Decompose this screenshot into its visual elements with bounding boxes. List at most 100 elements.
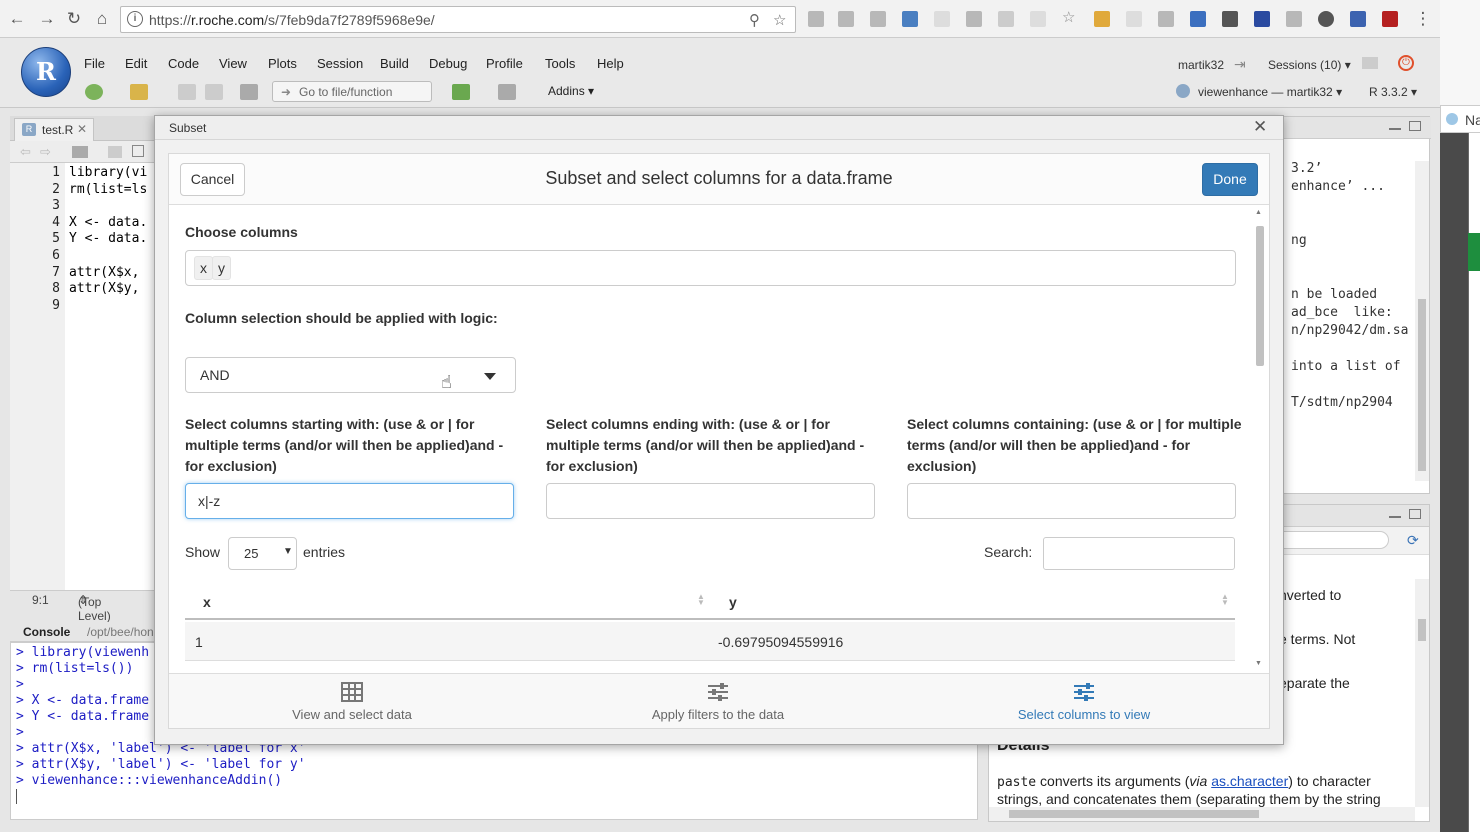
table-row[interactable]: 1 -0.69795094559916: [185, 622, 1235, 661]
back-arrow-icon[interactable]: ⇦: [20, 144, 31, 160]
minimize-icon[interactable]: [1389, 514, 1401, 518]
sort-icon[interactable]: ▲ ▼: [1221, 593, 1229, 607]
print-icon[interactable]: [240, 84, 258, 100]
extension-icon[interactable]: [1126, 11, 1142, 27]
menu-edit[interactable]: Edit: [125, 56, 147, 71]
menu-profile[interactable]: Profile: [486, 56, 523, 71]
new-file-icon[interactable]: [85, 84, 103, 100]
selected-column-chip[interactable]: y: [212, 256, 231, 280]
bookmark-star-icon[interactable]: ☆: [773, 11, 786, 29]
tab-select-columns[interactable]: Select columns to view: [901, 674, 1267, 729]
menu-debug[interactable]: Debug: [429, 56, 467, 71]
ends-with-input[interactable]: [546, 483, 875, 519]
extension-icon[interactable]: [1158, 11, 1174, 27]
r-version-menu[interactable]: R 3.3.2 ▾: [1369, 85, 1417, 99]
info-icon[interactable]: i: [127, 11, 143, 27]
tab-apply-filters[interactable]: Apply filters to the data: [535, 674, 901, 729]
scroll-down-icon[interactable]: ▼: [1255, 660, 1262, 667]
back-icon[interactable]: ←: [6, 8, 28, 30]
save-all-icon[interactable]: [205, 84, 223, 100]
table-row-partial[interactable]: [185, 661, 1235, 673]
forward-arrow-icon[interactable]: ⇨: [40, 144, 51, 160]
signout-icon[interactable]: ⇥: [1234, 56, 1246, 73]
selected-column-chip[interactable]: x: [194, 256, 213, 280]
column-header-y[interactable]: y ▲ ▼: [713, 584, 1235, 620]
output-line: n be loaded: [1291, 287, 1378, 302]
extension-icon[interactable]: [1222, 11, 1238, 27]
extension-icon[interactable]: [1030, 11, 1046, 27]
quit-session-icon[interactable]: ⏻: [1398, 55, 1414, 71]
minimize-icon[interactable]: [1389, 126, 1401, 130]
close-tab-icon[interactable]: ✕: [77, 122, 87, 136]
scroll-up-icon[interactable]: ▲: [1255, 209, 1262, 216]
starts-with-input[interactable]: x|-z: [185, 483, 514, 519]
scroll-thumb[interactable]: [1256, 226, 1264, 366]
addins-menu[interactable]: Addins ▾: [548, 84, 594, 98]
source-on-save-checkbox[interactable]: [132, 145, 144, 157]
forward-icon[interactable]: →: [36, 8, 58, 30]
home-icon[interactable]: ⌂: [91, 8, 113, 30]
close-icon[interactable]: ✕: [1253, 117, 1267, 137]
menu-file[interactable]: File: [84, 56, 105, 71]
menu-view[interactable]: View: [219, 56, 247, 71]
columns-select-input[interactable]: x y: [185, 250, 1236, 286]
cancel-button[interactable]: Cancel: [180, 163, 245, 196]
maximize-icon[interactable]: [1409, 509, 1421, 519]
background-tab[interactable]: Na: [1440, 105, 1480, 133]
extension-icon[interactable]: [998, 11, 1014, 27]
extension-icon[interactable]: [1286, 11, 1302, 27]
show-in-window-icon[interactable]: [72, 146, 88, 158]
menu-plots[interactable]: Plots: [268, 56, 297, 71]
entries-select[interactable]: 25 ▼: [228, 537, 297, 570]
save-icon[interactable]: [178, 84, 196, 100]
logic-select[interactable]: AND: [185, 357, 516, 393]
new-session-icon[interactable]: [1362, 57, 1378, 69]
menu-kebab-icon[interactable]: ⋮: [1412, 8, 1434, 30]
refresh-icon[interactable]: ⟳: [1407, 532, 1419, 549]
scope-indicator[interactable]: (Top Level) ⇕: [78, 593, 111, 623]
extension-icon[interactable]: [870, 11, 886, 27]
content-scrollbar[interactable]: ▲ ▼: [1253, 206, 1267, 673]
help-link[interactable]: as.character: [1211, 773, 1288, 789]
version-control-icon[interactable]: [452, 84, 470, 100]
extension-icon[interactable]: [838, 11, 854, 27]
ublock-icon[interactable]: [1382, 11, 1398, 27]
code-editor[interactable]: 123456789 library(vi rm(list=ls X <- data.…: [10, 163, 155, 590]
reload-icon[interactable]: ↻: [63, 8, 85, 30]
help-search-input[interactable]: [1269, 531, 1389, 549]
menu-tools[interactable]: Tools: [545, 56, 575, 71]
extension-icon[interactable]: [1190, 11, 1206, 27]
tab-view-and-select-data[interactable]: View and select data: [169, 674, 535, 729]
maximize-icon[interactable]: [1409, 121, 1421, 131]
help-scrollbar[interactable]: [1415, 579, 1429, 807]
help-hscrollbar[interactable]: [989, 807, 1415, 821]
goto-file-function[interactable]: ➜ Go to file/function: [272, 81, 432, 102]
zoom-icon[interactable]: ⚲: [749, 11, 760, 29]
column-header-x[interactable]: x ▲ ▼: [185, 584, 713, 620]
menu-build[interactable]: Build: [380, 56, 409, 71]
table-search-input[interactable]: [1043, 537, 1235, 570]
menu-help[interactable]: Help: [597, 56, 624, 71]
tab-test-r[interactable]: R test.R ✕: [14, 118, 94, 141]
extension-icon[interactable]: [902, 11, 918, 27]
save-icon[interactable]: [108, 146, 122, 158]
sessions-menu[interactable]: Sessions (10) ▾: [1268, 58, 1351, 72]
menu-code[interactable]: Code: [168, 56, 199, 71]
extension-icon[interactable]: [1254, 11, 1270, 27]
project-menu[interactable]: viewenhance — martik32 ▾: [1198, 85, 1342, 99]
pane-layout-icon[interactable]: [498, 84, 516, 100]
output-scrollbar[interactable]: [1415, 161, 1429, 481]
star-icon[interactable]: ☆: [1062, 10, 1078, 27]
extension-icon[interactable]: [1094, 11, 1110, 27]
menu-session[interactable]: Session: [317, 56, 363, 71]
sort-icon[interactable]: ▲ ▼: [697, 593, 705, 607]
extension-icon[interactable]: [1318, 11, 1334, 27]
extension-icon[interactable]: [966, 11, 982, 27]
extension-icon[interactable]: [808, 11, 824, 27]
contains-input[interactable]: [907, 483, 1236, 519]
done-button[interactable]: Done: [1202, 163, 1258, 196]
extension-icon[interactable]: [1350, 11, 1366, 27]
open-project-icon[interactable]: [130, 84, 148, 100]
extension-icon[interactable]: [934, 11, 950, 27]
address-bar[interactable]: i https://r.roche.com/s/7feb9da7f2789f59…: [120, 6, 796, 33]
